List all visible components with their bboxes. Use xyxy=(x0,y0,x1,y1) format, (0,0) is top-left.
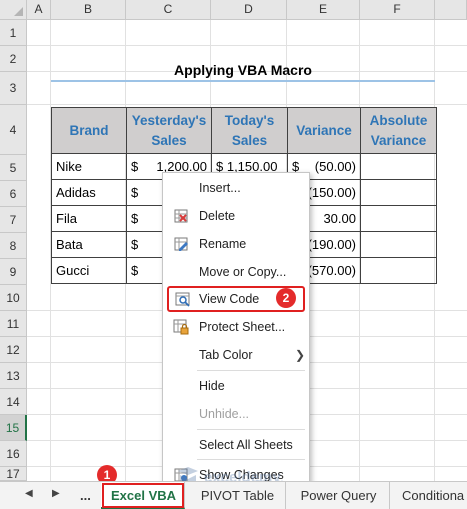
currency-symbol: $ xyxy=(131,159,139,174)
header-variance[interactable]: Variance xyxy=(287,107,361,154)
row-header-17[interactable]: 17 xyxy=(0,467,27,481)
row-header-5[interactable]: 5 xyxy=(0,155,27,181)
callout-badge-2: 2 xyxy=(276,288,296,308)
menu-item-label: Rename xyxy=(199,237,247,251)
menu-item-rename[interactable]: Rename xyxy=(163,231,309,257)
protect-sheet-icon xyxy=(163,319,199,335)
sheet-title: Applying VBA Macro xyxy=(174,62,312,78)
title-underline xyxy=(51,80,435,82)
col-header-d[interactable]: D xyxy=(211,0,287,20)
cell-absolute-variance[interactable] xyxy=(360,205,437,232)
col-header-f[interactable]: F xyxy=(360,0,435,20)
menu-item-label: Hide xyxy=(199,379,225,393)
menu-item-label: Show Changes xyxy=(199,468,284,482)
sheet-tab-power-query[interactable]: Power Query xyxy=(288,482,390,509)
cell-brand[interactable]: Fila xyxy=(51,205,127,232)
header-absolute-variance[interactable]: Absolute Variance xyxy=(360,107,437,154)
amount: (50.00) xyxy=(314,159,356,174)
menu-item-delete[interactable]: Delete xyxy=(163,203,309,229)
gridline xyxy=(27,104,467,105)
cell-absolute-variance[interactable] xyxy=(360,231,437,258)
cell-brand[interactable]: Gucci xyxy=(51,257,127,284)
table-header-row: Brand Yesterday's Sales Today's Sales Va… xyxy=(51,107,437,154)
currency-symbol: $ xyxy=(131,263,139,278)
row-header-15[interactable]: 15 xyxy=(0,415,27,441)
menu-item-unhide[interactable]: Unhide... xyxy=(163,401,309,427)
scroll-tabs-right-icon[interactable]: ▶ xyxy=(52,488,60,499)
row-header-14[interactable]: 14 xyxy=(0,389,27,415)
sheet-tab-context-menu: Insert... Delete Rename Move or Copy... … xyxy=(162,172,310,490)
view-code-icon xyxy=(167,291,199,307)
row-header-8[interactable]: 8 xyxy=(0,233,27,259)
menu-separator xyxy=(197,370,305,371)
col-header-g[interactable] xyxy=(435,0,467,20)
menu-item-insert[interactable]: Insert... xyxy=(163,175,309,201)
cell-brand[interactable]: Nike xyxy=(51,153,127,180)
chevron-right-icon: ❯ xyxy=(295,348,306,362)
menu-item-label: Unhide... xyxy=(199,407,250,421)
header-yesterdays-sales[interactable]: Yesterday's Sales xyxy=(126,107,212,154)
cell-brand[interactable]: Adidas xyxy=(51,179,127,206)
cell-absolute-variance[interactable] xyxy=(360,153,437,180)
menu-separator xyxy=(197,429,305,430)
cell-absolute-variance[interactable] xyxy=(360,257,437,284)
menu-item-label: Protect Sheet... xyxy=(199,320,286,334)
row-header-12[interactable]: 12 xyxy=(0,337,27,363)
select-all-corner[interactable] xyxy=(0,0,27,20)
col-header-b[interactable]: B xyxy=(51,0,126,20)
row-header-1[interactable]: 1 xyxy=(0,20,27,46)
menu-item-hide[interactable]: Hide xyxy=(163,373,309,399)
more-tabs-ellipsis[interactable]: ... xyxy=(70,482,101,509)
menu-item-protect-sheet[interactable]: Protect Sheet... xyxy=(163,314,309,340)
sheet-tab-conditional[interactable]: Conditiona xyxy=(392,482,467,509)
delete-sheet-icon xyxy=(163,208,199,224)
sheet-tab-pivot-table[interactable]: PIVOT Table xyxy=(190,482,286,509)
row-header-16[interactable]: 16 xyxy=(0,441,27,467)
menu-item-label: Select All Sheets xyxy=(199,438,293,452)
row-header-13[interactable]: 13 xyxy=(0,363,27,389)
menu-item-tab-color[interactable]: Tab Color ❯ xyxy=(163,342,309,368)
row-header-11[interactable]: 11 xyxy=(0,311,27,337)
sheet-tab-excel-vba[interactable]: Excel VBA xyxy=(101,482,185,509)
menu-item-label: Insert... xyxy=(199,181,241,195)
header-todays-sales[interactable]: Today's Sales xyxy=(211,107,288,154)
col-header-e[interactable]: E xyxy=(287,0,360,20)
menu-item-label: Tab Color xyxy=(199,348,253,362)
col-header-a[interactable]: A xyxy=(27,0,51,20)
currency-symbol: $ xyxy=(131,237,139,252)
row-header-10[interactable]: 10 xyxy=(0,285,27,311)
rename-sheet-icon xyxy=(163,236,199,252)
sheet-tab-bar: ◀ ▶ ... Excel VBA PIVOT Table Power Quer… xyxy=(0,481,467,509)
col-header-c[interactable]: C xyxy=(126,0,211,20)
currency-symbol: $ xyxy=(131,185,139,200)
menu-item-label: Move or Copy... xyxy=(199,265,287,279)
row-header-3[interactable]: 3 xyxy=(0,72,27,105)
row-header-6[interactable]: 6 xyxy=(0,181,27,207)
menu-separator xyxy=(197,459,305,460)
row-header-7[interactable]: 7 xyxy=(0,207,27,233)
cell-brand[interactable]: Bata xyxy=(51,231,127,258)
cell-absolute-variance[interactable] xyxy=(360,179,437,206)
header-brand[interactable]: Brand xyxy=(51,107,127,154)
menu-item-label: Delete xyxy=(199,209,236,223)
menu-item-move-or-copy[interactable]: Move or Copy... xyxy=(163,259,309,285)
gridline xyxy=(27,45,467,46)
row-header-4[interactable]: 4 xyxy=(0,105,27,155)
row-header-2[interactable]: 2 xyxy=(0,46,27,72)
scroll-tabs-left-icon[interactable]: ◀ xyxy=(25,488,33,499)
row-header-9[interactable]: 9 xyxy=(0,259,27,285)
menu-item-select-all-sheets[interactable]: Select All Sheets xyxy=(163,432,309,458)
currency-symbol: $ xyxy=(131,211,139,226)
